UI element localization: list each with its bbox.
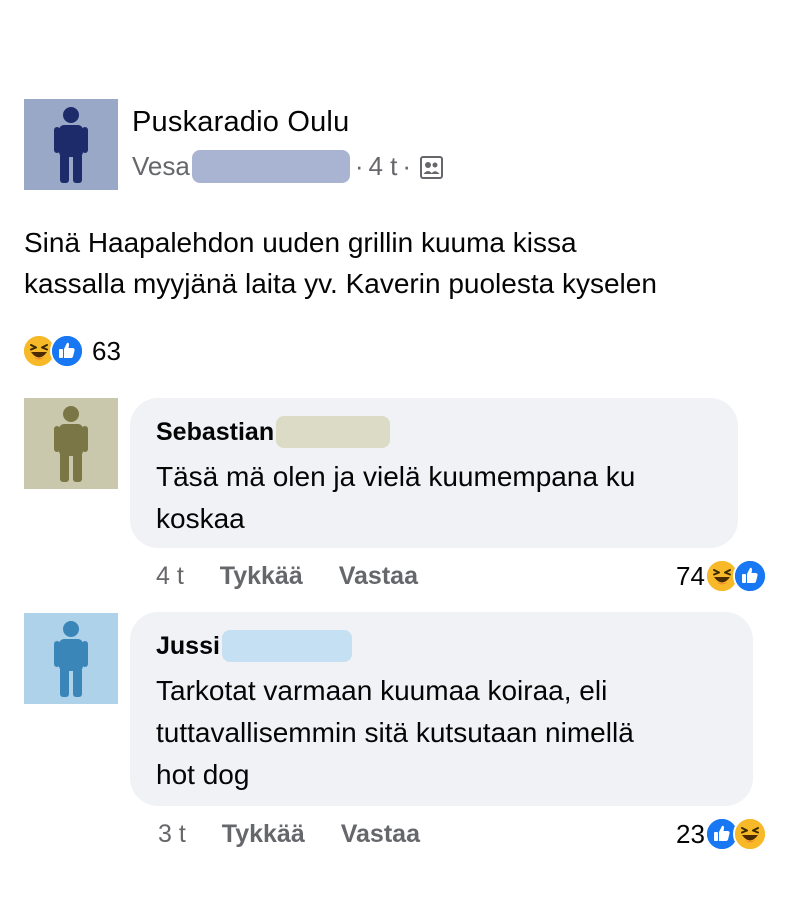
post-meta: Vesa · 4 t · [132, 148, 444, 184]
laugh-icon [732, 817, 767, 851]
like-button[interactable]: Tykkää [222, 820, 305, 849]
comment-text-line: tuttavallisemmin sitä kutsutaan nimellä [156, 717, 634, 748]
comment-time[interactable]: 4 t [156, 562, 184, 591]
comment-reactions[interactable]: 23 [676, 814, 767, 854]
comment-text-line: Täsä mä olen ja vielä kuumempana ku [156, 461, 636, 492]
comment-text-line: koskaa [156, 503, 245, 534]
comment-author-name[interactable]: Jussi [156, 632, 220, 661]
redacted-surname [221, 630, 352, 662]
post-text-line: kassalla myyjänä laita yv. Kaverin puole… [24, 268, 657, 299]
reaction-count: 74 [676, 560, 705, 591]
reaction-count[interactable]: 63 [92, 336, 121, 367]
reply-button[interactable]: Vastaa [339, 562, 418, 591]
like-button[interactable]: Tykkää [220, 562, 303, 591]
post-reactions[interactable]: 63 [22, 333, 121, 369]
post-author-name[interactable]: Vesa [132, 151, 190, 182]
reaction-count: 23 [676, 818, 705, 849]
meta-separator: · [354, 150, 364, 181]
comment-author[interactable]: Jussi [156, 630, 352, 662]
comment-time[interactable]: 3 t [158, 820, 186, 849]
comment-author[interactable]: Sebastian [156, 416, 391, 448]
group-name[interactable]: Puskaradio Oulu [132, 106, 349, 139]
comment-text: Tarkotat varmaan kuumaa koiraa, eli tutt… [156, 670, 634, 796]
post-time[interactable]: 4 t [369, 151, 398, 182]
redacted-surname [276, 416, 391, 448]
comment-text: Täsä mä olen ja vielä kuumempana ku kosk… [156, 456, 635, 540]
members-icon [420, 155, 444, 179]
commenter-avatar[interactable] [24, 613, 118, 704]
post-text: Sinä Haapalehdon uuden grillin kuuma kis… [24, 222, 784, 304]
commenter-avatar[interactable] [24, 398, 118, 489]
comment-bubble: Sebastian Täsä mä olen ja vielä kuumempa… [130, 398, 738, 548]
reply-button[interactable]: Vastaa [341, 820, 420, 849]
comment-actions: 3 t Tykkää Vastaa [158, 816, 420, 852]
like-icon [50, 334, 84, 368]
redacted-surname [191, 149, 350, 183]
like-icon [732, 559, 767, 593]
comment-text-line: hot dog [156, 759, 250, 790]
post-text-line: Sinä Haapalehdon uuden grillin kuuma kis… [24, 227, 577, 258]
comment-bubble: Jussi Tarkotat varmaan kuumaa koiraa, el… [130, 612, 753, 806]
group-avatar[interactable] [24, 99, 118, 190]
meta-separator: · [402, 150, 412, 181]
comment-reactions[interactable]: 74 [676, 556, 767, 596]
comment-text-line: Tarkotat varmaan kuumaa koiraa, eli [156, 675, 608, 706]
comment-author-name[interactable]: Sebastian [156, 418, 274, 447]
comment-actions: 4 t Tykkää Vastaa [156, 558, 418, 594]
